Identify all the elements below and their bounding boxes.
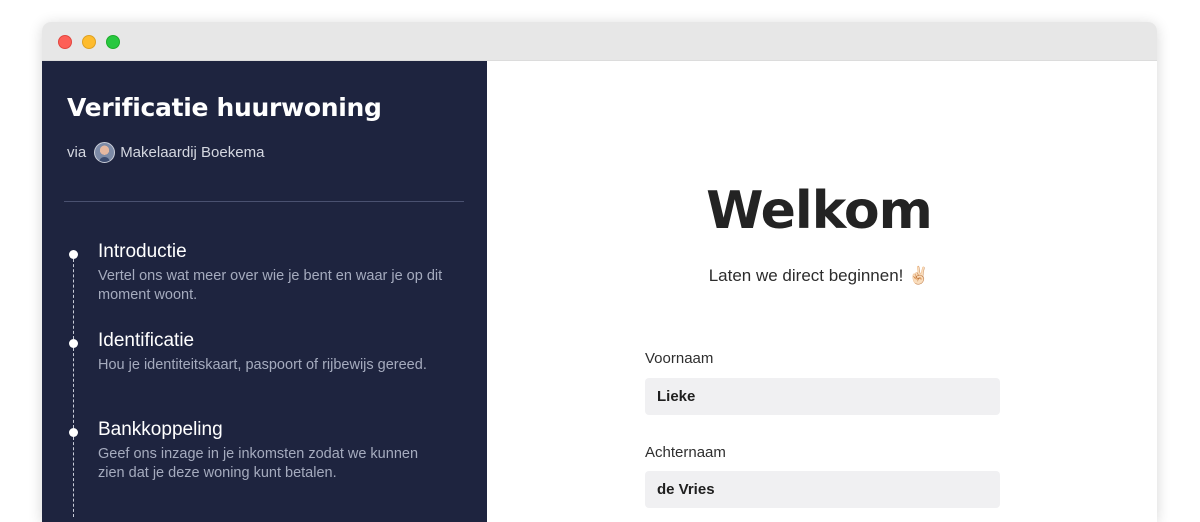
via-company: via Makelaardij Boekema xyxy=(67,142,264,163)
company-name: Makelaardij Boekema xyxy=(120,144,265,161)
via-label: via xyxy=(67,144,87,161)
step-title: Introductie xyxy=(98,241,187,262)
step-bullet-icon xyxy=(69,428,78,437)
maximize-window-button[interactable] xyxy=(106,35,120,49)
sidebar-divider xyxy=(64,201,464,202)
last-name-input[interactable] xyxy=(645,471,1000,508)
step-title: Bankkoppeling xyxy=(98,419,223,440)
step-description: Vertel ons wat meer over wie je bent en … xyxy=(98,268,443,303)
step-description: Hou je identiteitskaart, paspoort of rij… xyxy=(98,357,427,373)
step-title: Identificatie xyxy=(98,330,195,351)
welcome-heading: Welkom xyxy=(706,181,933,241)
first-name-input[interactable] xyxy=(645,378,1000,415)
window-titlebar xyxy=(42,22,1157,61)
close-window-button[interactable] xyxy=(58,35,72,49)
step-connector xyxy=(73,259,74,339)
step-bullet-icon xyxy=(69,250,78,259)
browser-window: Verificatie huurwoning via Makelaardij B… xyxy=(42,22,1157,522)
step-connector xyxy=(73,348,74,428)
welcome-subtitle: Laten we direct beginnen! ✌🏻 xyxy=(708,266,930,285)
company-avatar xyxy=(94,142,116,163)
step-bullet-icon xyxy=(69,339,78,348)
main-content: Welkom Laten we direct beginnen! ✌🏻 Voor… xyxy=(487,61,1157,522)
sidebar-title: Verificatie huurwoning xyxy=(67,93,382,122)
step-description: Geef ons inzage in je inkomsten zodat we… xyxy=(98,446,419,481)
sidebar: Verificatie huurwoning via Makelaardij B… xyxy=(42,61,487,522)
first-name-label: Voornaam xyxy=(645,350,714,367)
step-connector xyxy=(73,437,74,517)
last-name-label: Achternaam xyxy=(645,444,726,461)
minimize-window-button[interactable] xyxy=(82,35,96,49)
